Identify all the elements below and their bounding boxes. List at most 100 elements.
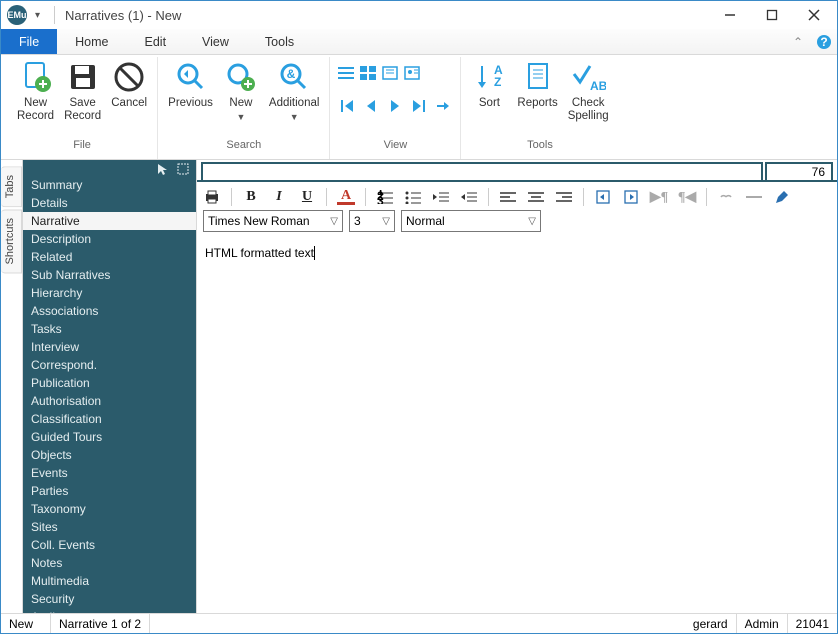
status-mode: New [1, 614, 51, 633]
sidebar-item-coll-events[interactable]: Coll. Events [23, 536, 196, 554]
additional-search-button[interactable]: & Additional ▼ [265, 57, 324, 122]
sidebar-item-notes[interactable]: Notes [23, 554, 196, 572]
italic-icon[interactable]: I [270, 188, 288, 206]
sidebar-item-associations[interactable]: Associations [23, 302, 196, 320]
content-area: Tabs Shortcuts SummaryDetailsNarrativeDe… [1, 160, 837, 613]
previous-search-button[interactable]: Previous [164, 57, 217, 110]
sidebar-item-interview[interactable]: Interview [23, 338, 196, 356]
size-combo[interactable]: 3▽ [349, 210, 395, 232]
menu-view[interactable]: View [184, 29, 247, 54]
cancel-icon [111, 59, 147, 95]
quick-access-dropdown[interactable]: ▾ [27, 10, 48, 21]
sidebar-item-security[interactable]: Security [23, 590, 196, 608]
new-record-button[interactable]: New Record [13, 57, 58, 123]
main-panel: 76 B I U A 123 [197, 160, 837, 613]
view-contact-icon[interactable] [402, 63, 422, 83]
record-field[interactable] [201, 162, 763, 180]
sidebar-item-taxonomy[interactable]: Taxonomy [23, 500, 196, 518]
menu-tools[interactable]: Tools [247, 29, 312, 54]
vtab-shortcuts[interactable]: Shortcuts [1, 209, 22, 273]
sidebar-item-publication[interactable]: Publication [23, 374, 196, 392]
vertical-tabs: Tabs Shortcuts [1, 160, 23, 613]
cancel-button[interactable]: Cancel [107, 57, 151, 110]
style-combo[interactable]: Normal▽ [401, 210, 541, 232]
pointer-icon[interactable] [156, 162, 170, 176]
nav-first-icon[interactable] [336, 95, 358, 117]
sidebar-item-sub-narratives[interactable]: Sub Narratives [23, 266, 196, 284]
close-button[interactable] [793, 1, 835, 29]
font-combo[interactable]: Times New Roman▽ [203, 210, 343, 232]
sidebar-item-related[interactable]: Related [23, 248, 196, 266]
menu-home[interactable]: Home [57, 29, 126, 54]
sidebar-item-details[interactable]: Details [23, 194, 196, 212]
bullet-list-icon[interactable] [404, 188, 422, 206]
new-record-icon [18, 59, 54, 95]
maximize-button[interactable] [751, 1, 793, 29]
sidebar-item-correspond-[interactable]: Correspond. [23, 356, 196, 374]
sort-button[interactable]: AZ Sort [467, 57, 511, 110]
reports-button[interactable]: Reports [513, 57, 561, 110]
rtl-icon[interactable]: ¶◀ [678, 188, 696, 206]
minimize-button[interactable] [709, 1, 751, 29]
sidebar-item-classification[interactable]: Classification [23, 410, 196, 428]
svg-text:Z: Z [494, 75, 501, 89]
sidebar-item-tasks[interactable]: Tasks [23, 320, 196, 338]
underline-icon[interactable]: U [298, 188, 316, 206]
insert-field-icon[interactable] [594, 188, 612, 206]
sidebar: SummaryDetailsNarrativeDescriptionRelate… [23, 160, 197, 613]
align-center-icon[interactable] [527, 188, 545, 206]
ribbon-group-tools: AZ Sort Reports ABC Check Spelling Tools [461, 57, 618, 159]
remove-field-icon[interactable] [622, 188, 640, 206]
hr-icon[interactable] [745, 188, 763, 206]
status-user: gerard [685, 614, 737, 633]
new-search-button[interactable]: New ▼ [219, 57, 263, 122]
sidebar-item-guided-tours[interactable]: Guided Tours [23, 428, 196, 446]
help-icon[interactable]: ? [811, 29, 837, 54]
bold-icon[interactable]: B [242, 188, 260, 206]
link-icon[interactable] [717, 188, 735, 206]
ribbon-collapse-icon[interactable]: ⌃ [785, 29, 811, 54]
check-spelling-button[interactable]: ABC Check Spelling [564, 57, 613, 123]
spelling-icon: ABC [570, 59, 606, 95]
view-page-icon[interactable] [380, 63, 400, 83]
ltr-icon[interactable]: ▶¶ [650, 188, 668, 206]
menu-bar: File Home Edit View Tools ⌃ ? [1, 29, 837, 55]
status-bar: New Narrative 1 of 2 gerard Admin 21041 [1, 613, 837, 633]
svg-text:3: 3 [377, 194, 384, 204]
print-icon[interactable] [203, 188, 221, 206]
sidebar-item-hierarchy[interactable]: Hierarchy [23, 284, 196, 302]
menu-edit[interactable]: Edit [127, 29, 185, 54]
numbered-list-icon[interactable]: 123 [376, 188, 394, 206]
sidebar-item-parties[interactable]: Parties [23, 482, 196, 500]
vtab-tabs[interactable]: Tabs [1, 166, 22, 207]
nav-forward-icon[interactable] [432, 95, 454, 117]
sidebar-item-narrative[interactable]: Narrative [23, 212, 196, 230]
nav-prev-icon[interactable] [360, 95, 382, 117]
sidebar-item-objects[interactable]: Objects [23, 446, 196, 464]
align-right-icon[interactable] [555, 188, 573, 206]
editor-textarea[interactable]: HTML formatted text [197, 234, 837, 613]
view-list-icon[interactable] [336, 63, 356, 83]
outdent-icon[interactable] [432, 188, 450, 206]
menu-file[interactable]: File [1, 29, 57, 54]
edit-pencil-icon[interactable] [773, 188, 791, 206]
ribbon-group-search: Previous New ▼ & Additional ▼ Search [158, 57, 330, 159]
save-record-button[interactable]: Save Record [60, 57, 105, 123]
nav-last-icon[interactable] [408, 95, 430, 117]
sidebar-item-multimedia[interactable]: Multimedia [23, 572, 196, 590]
status-role: Admin [737, 614, 788, 633]
status-record: Narrative 1 of 2 [51, 614, 150, 633]
sidebar-item-authorisation[interactable]: Authorisation [23, 392, 196, 410]
record-counter: 76 [765, 162, 833, 180]
font-color-icon[interactable]: A [337, 190, 355, 205]
sidebar-item-summary[interactable]: Summary [23, 176, 196, 194]
sidebar-item-sites[interactable]: Sites [23, 518, 196, 536]
svg-text:ABC: ABC [590, 79, 606, 93]
selection-icon[interactable] [176, 162, 190, 176]
view-grid-icon[interactable] [358, 63, 378, 83]
indent-icon[interactable] [460, 188, 478, 206]
sidebar-item-description[interactable]: Description [23, 230, 196, 248]
nav-next-icon[interactable] [384, 95, 406, 117]
align-left-icon[interactable] [499, 188, 517, 206]
sidebar-item-events[interactable]: Events [23, 464, 196, 482]
